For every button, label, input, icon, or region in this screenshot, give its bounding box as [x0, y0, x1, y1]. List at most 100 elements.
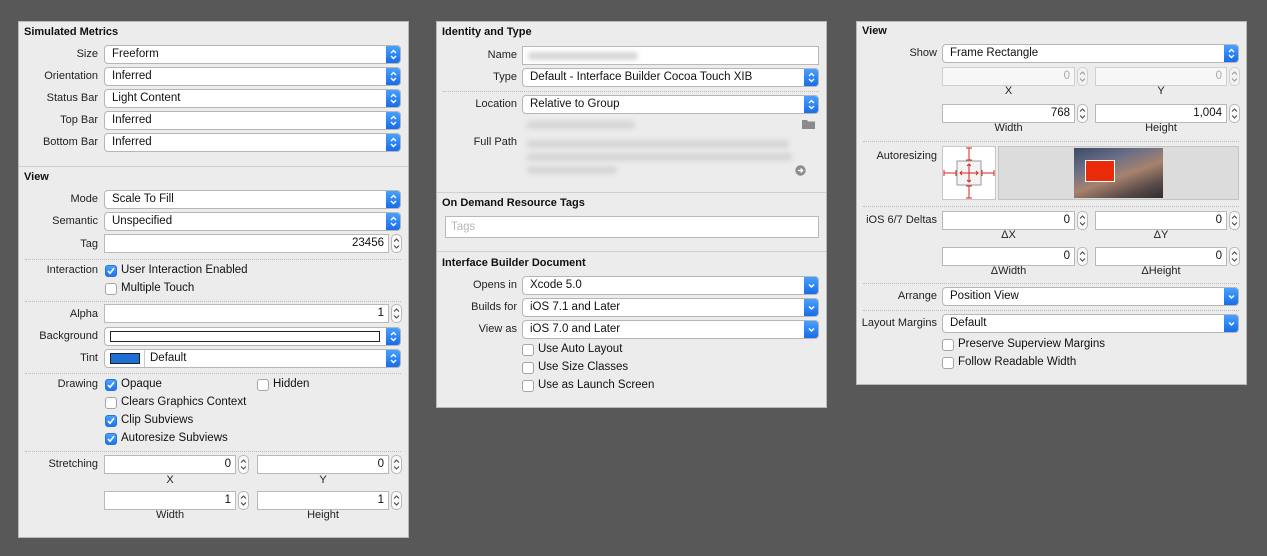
superview-preview-image [1074, 148, 1163, 198]
file-inspector-panel: Identity and Type Name Type Default - In… [436, 21, 827, 408]
alpha-field[interactable]: 1 [104, 304, 389, 323]
stretch-x-field[interactable]: 0 [104, 455, 236, 474]
height-stepper[interactable] [1229, 104, 1240, 123]
multiple-touch-checkbox[interactable] [105, 283, 117, 295]
tint-color-swatch [110, 353, 140, 364]
stretch-x-stepper[interactable] [238, 455, 249, 474]
delta-y-stepper[interactable] [1229, 211, 1240, 230]
section-divider [863, 141, 1239, 142]
orientation-value: Inferred [112, 70, 152, 82]
identity-type-header: Identity and Type [442, 26, 532, 38]
layout-margins-value: Default [950, 317, 987, 329]
stretch-height-stepper[interactable] [391, 491, 402, 510]
alpha-stepper[interactable] [391, 304, 402, 323]
semantic-popup[interactable]: Unspecified [104, 212, 401, 231]
size-popup[interactable]: Freeform [104, 45, 401, 64]
autoresize-subviews-checkbox[interactable] [105, 433, 117, 445]
delta-width-field[interactable]: 0 [942, 247, 1075, 266]
tag-stepper[interactable] [391, 234, 402, 253]
stretch-y-field[interactable]: 0 [257, 455, 389, 474]
opaque-checkbox[interactable] [105, 379, 117, 391]
height-field[interactable]: 1,004 [1095, 104, 1227, 123]
show-value: Frame Rectangle [950, 47, 1039, 59]
width-stepper[interactable] [1077, 104, 1088, 123]
tint-popup[interactable]: Default [104, 349, 401, 368]
type-label: Type [493, 71, 517, 83]
builds-for-popup[interactable]: iOS 7.1 and Later [522, 298, 819, 317]
location-label: Location [475, 98, 517, 110]
stretch-y-caption: Y [319, 474, 327, 486]
location-popup[interactable]: Relative to Group [522, 95, 819, 114]
reveal-in-finder-icon[interactable] [795, 165, 806, 176]
redacted-location-path [527, 121, 635, 129]
use-auto-layout-label: Use Auto Layout [538, 343, 623, 355]
section-divider [863, 206, 1239, 207]
chevron-updown-icon [386, 350, 400, 367]
hidden-label: Hidden [273, 378, 310, 390]
delta-height-field[interactable]: 0 [1095, 247, 1227, 266]
layout-margins-popup[interactable]: Default [942, 314, 1239, 333]
mode-value: Scale To Fill [112, 193, 174, 205]
section-divider [19, 166, 408, 167]
status-bar-popup[interactable]: Light Content [104, 89, 401, 108]
delta-height-stepper[interactable] [1229, 247, 1240, 266]
checkmark-icon [107, 417, 115, 425]
size-value: Freeform [112, 48, 159, 60]
clears-graphics-checkbox[interactable] [105, 397, 117, 409]
stretch-height-field[interactable]: 1 [257, 491, 389, 510]
stretch-y-stepper[interactable] [391, 455, 402, 474]
hidden-checkbox[interactable] [257, 379, 269, 391]
view-as-label: View as [478, 323, 517, 335]
user-interaction-checkbox[interactable] [105, 265, 117, 277]
background-color-popup[interactable] [104, 327, 401, 346]
type-popup[interactable]: Default - Interface Builder Cocoa Touch … [522, 68, 819, 87]
mode-popup[interactable]: Scale To Fill [104, 190, 401, 209]
delta-y-field[interactable]: 0 [1095, 211, 1227, 230]
orientation-popup[interactable]: Inferred [104, 67, 401, 86]
x-field: 0 [942, 67, 1075, 86]
tint-label: Tint [80, 352, 98, 364]
follow-readable-width-label: Follow Readable Width [958, 356, 1077, 368]
delta-x-field[interactable]: 0 [942, 211, 1075, 230]
bottom-bar-popup[interactable]: Inferred [104, 133, 401, 152]
delta-x-stepper[interactable] [1077, 211, 1088, 230]
top-bar-label: Top Bar [60, 114, 98, 126]
stretch-width-stepper[interactable] [238, 491, 249, 510]
size-label: Size [76, 48, 98, 60]
autoresizing-mask-control[interactable] [942, 146, 996, 200]
tag-field[interactable]: 23456 [104, 234, 389, 253]
y-field: 0 [1095, 67, 1227, 86]
view-header: View [24, 171, 49, 183]
opaque-label: Opaque [121, 378, 162, 390]
builds-for-value: iOS 7.1 and Later [530, 301, 621, 313]
section-divider [25, 373, 401, 374]
delta-width-stepper[interactable] [1077, 247, 1088, 266]
clip-subviews-checkbox[interactable] [105, 415, 117, 427]
use-size-classes-checkbox[interactable] [522, 362, 534, 374]
name-field[interactable] [522, 46, 819, 65]
builds-for-label: Builds for [471, 301, 517, 313]
chevron-updown-icon [386, 134, 400, 151]
arrange-popup[interactable]: Position View [942, 287, 1239, 306]
section-divider [25, 301, 401, 302]
use-as-launch-screen-checkbox[interactable] [522, 380, 534, 392]
chevron-updown-icon [804, 69, 818, 86]
chevron-updown-icon [386, 90, 400, 107]
show-popup[interactable]: Frame Rectangle [942, 44, 1239, 63]
width-field[interactable]: 768 [942, 104, 1075, 123]
stretch-width-field[interactable]: 1 [104, 491, 236, 510]
y-stepper [1229, 67, 1240, 86]
section-divider [437, 251, 826, 252]
folder-icon[interactable] [802, 119, 815, 129]
tags-field[interactable]: Tags [445, 216, 819, 238]
preserve-superview-margins-checkbox[interactable] [942, 339, 954, 351]
follow-readable-width-checkbox[interactable] [942, 357, 954, 369]
view-as-popup[interactable]: iOS 7.0 and Later [522, 320, 819, 339]
semantic-label: Semantic [52, 215, 98, 227]
top-bar-popup[interactable]: Inferred [104, 111, 401, 130]
x-caption: X [1004, 85, 1013, 97]
opens-in-popup[interactable]: Xcode 5.0 [522, 276, 819, 295]
redacted-full-path-line-2 [527, 153, 792, 161]
use-auto-layout-checkbox[interactable] [522, 344, 534, 356]
chevron-updown-icon [804, 96, 818, 113]
